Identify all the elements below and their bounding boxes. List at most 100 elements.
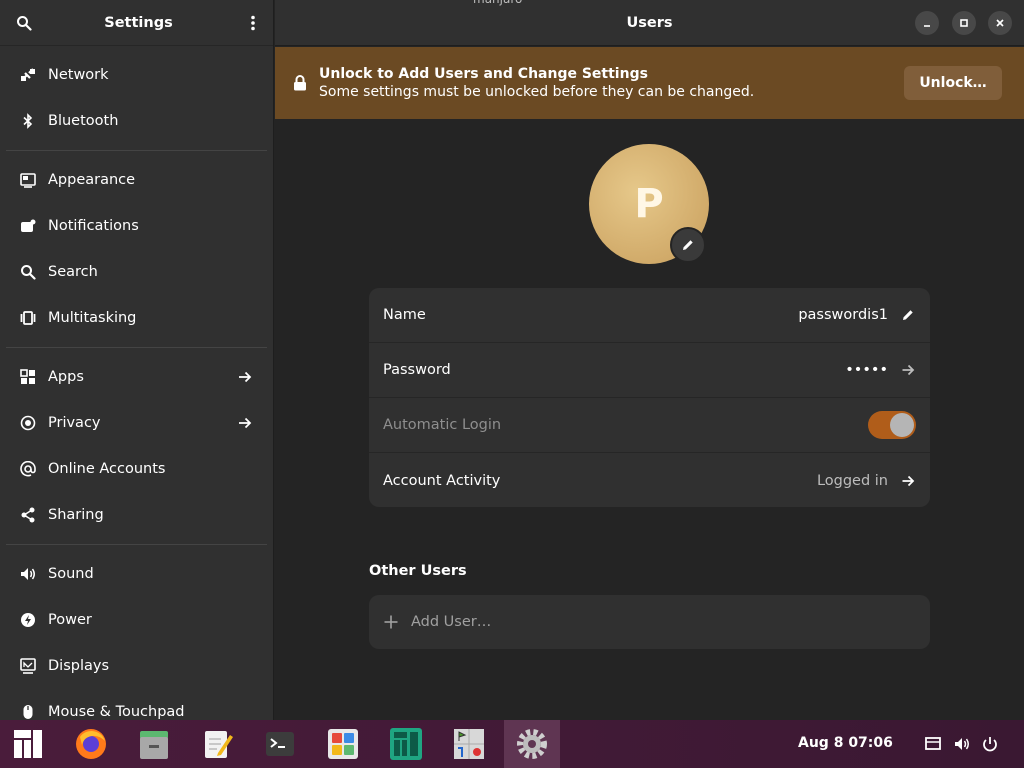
sidebar-item-privacy[interactable]: Privacy [0, 400, 273, 446]
clock[interactable]: Aug 8 07:06 [798, 735, 893, 751]
password-value: ••••• [845, 362, 888, 378]
sidebar-header: Settings [0, 0, 273, 46]
automatic-login-label: Automatic Login [383, 417, 502, 433]
manjaro-menu-icon[interactable] [0, 720, 56, 768]
power-icon[interactable] [981, 735, 999, 753]
sidebar-item-label: Mouse & Touchpad [48, 704, 185, 720]
name-label: Name [383, 307, 426, 323]
sharing-icon [20, 507, 36, 523]
unlock-description: Some settings must be unlocked before th… [319, 84, 755, 100]
terminal-icon[interactable] [252, 720, 308, 768]
sidebar-separator [6, 150, 267, 151]
sidebar-item-label: Sound [48, 566, 94, 582]
page-title: Users [626, 14, 673, 31]
sidebar-item-search[interactable]: Search [0, 249, 273, 295]
notifications-icon [20, 218, 36, 234]
sidebar-title: Settings [104, 14, 173, 31]
multitasking-icon [20, 310, 36, 326]
sidebar-item-label: Sharing [48, 507, 104, 523]
account-activity-row[interactable]: Account Activity Logged in [369, 453, 930, 507]
mouse-icon [20, 704, 36, 720]
power-icon [20, 612, 36, 628]
sidebar: Settings Network Bluetooth Appearance Notif… [0, 0, 274, 720]
sidebar-item-label: Privacy [48, 415, 101, 431]
lock-icon [294, 75, 306, 91]
add-user-button[interactable]: Add User… [369, 595, 930, 649]
unlock-text: Unlock to Add Users and Change Settings … [319, 66, 904, 100]
appearance-icon [20, 172, 36, 188]
pencil-icon[interactable] [900, 307, 916, 323]
sidebar-item-label: Multitasking [48, 310, 137, 326]
sidebar-item-displays[interactable]: Displays [0, 643, 273, 689]
manjaro-hello-icon[interactable] [378, 720, 434, 768]
network-wired-icon[interactable] [924, 735, 942, 753]
sidebar-separator [6, 347, 267, 348]
minimize-button[interactable] [915, 11, 939, 35]
sound-icon [20, 566, 36, 582]
sidebar-item-notifications[interactable]: Notifications [0, 203, 273, 249]
main-menu-icon[interactable] [243, 13, 263, 33]
sidebar-item-apps[interactable]: Apps [0, 354, 273, 400]
other-users-title: Other Users [369, 563, 467, 579]
sidebar-item-label: Displays [48, 658, 110, 674]
name-value: passwordis1 [798, 307, 888, 323]
close-icon [996, 19, 1004, 27]
sidebar-item-power[interactable]: Power [0, 597, 273, 643]
minimize-icon [924, 25, 930, 27]
privacy-icon [20, 415, 36, 431]
users-panel: manjaro Users Unlock to Add Users and Ch… [275, 0, 1024, 720]
main-header: manjaro Users [275, 0, 1024, 46]
search-icon[interactable] [14, 13, 34, 33]
online-accounts-icon [20, 461, 36, 477]
account-activity-label: Account Activity [383, 472, 501, 489]
password-row[interactable]: Password ••••• [369, 343, 930, 398]
software-icon[interactable] [315, 720, 371, 768]
bluetooth-icon [20, 113, 36, 129]
name-row[interactable]: Name passwordis1 [369, 288, 930, 343]
arrow-right-icon [900, 473, 916, 489]
sidebar-item-multitasking[interactable]: Multitasking [0, 295, 273, 341]
volume-icon[interactable] [953, 735, 971, 753]
sidebar-item-network[interactable]: Network [0, 52, 273, 98]
sidebar-item-label: Search [48, 264, 98, 280]
displays-icon [20, 658, 36, 674]
search-icon [20, 264, 36, 280]
sidebar-item-sound[interactable]: Sound [0, 551, 273, 597]
sidebar-item-label: Appearance [48, 172, 136, 188]
firefox-icon[interactable] [63, 720, 119, 768]
sidebar-separator [6, 544, 267, 545]
sidebar-item-label: Online Accounts [48, 461, 166, 477]
unlock-button[interactable]: Unlock… [904, 66, 1002, 100]
sidebar-item-label: Apps [48, 369, 84, 385]
sidebar-item-appearance[interactable]: Appearance [0, 157, 273, 203]
apps-icon [20, 369, 36, 385]
sidebar-item-label: Bluetooth [48, 113, 119, 129]
add-user-label: Add User… [411, 614, 492, 630]
toggle-knob [890, 413, 914, 437]
unlock-title: Unlock to Add Users and Change Settings [319, 66, 648, 82]
password-label: Password [383, 362, 451, 378]
text-editor-icon[interactable] [189, 720, 245, 768]
automatic-login-toggle[interactable] [868, 411, 916, 439]
arrow-right-icon [237, 415, 253, 431]
mines-icon[interactable] [441, 720, 497, 768]
close-button[interactable] [988, 11, 1012, 35]
account-activity-value: Logged in [816, 472, 888, 489]
files-icon[interactable] [126, 720, 182, 768]
taskbar: Aug 8 07:06 [0, 720, 1024, 768]
avatar-edit-button[interactable] [670, 227, 706, 263]
network-icon [20, 67, 36, 83]
sidebar-item-mouse-touchpad[interactable]: Mouse & Touchpad [0, 689, 273, 720]
sidebar-item-bluetooth[interactable]: Bluetooth [0, 98, 273, 144]
user-details-card: Name passwordis1 Password ••••• Automati… [369, 288, 930, 507]
sidebar-item-online-accounts[interactable]: Online Accounts [0, 446, 273, 492]
settings-icon[interactable] [504, 720, 560, 768]
sidebar-item-sharing[interactable]: Sharing [0, 492, 273, 538]
pencil-icon [683, 240, 693, 250]
automatic-login-row: Automatic Login [369, 398, 930, 453]
arrow-right-icon [900, 362, 916, 378]
sidebar-nav: Network Bluetooth Appearance Notifications S… [0, 46, 273, 720]
sidebar-item-label: Power [48, 612, 92, 628]
maximize-button[interactable] [952, 11, 976, 35]
overlay-text: manjaro [473, 0, 522, 6]
